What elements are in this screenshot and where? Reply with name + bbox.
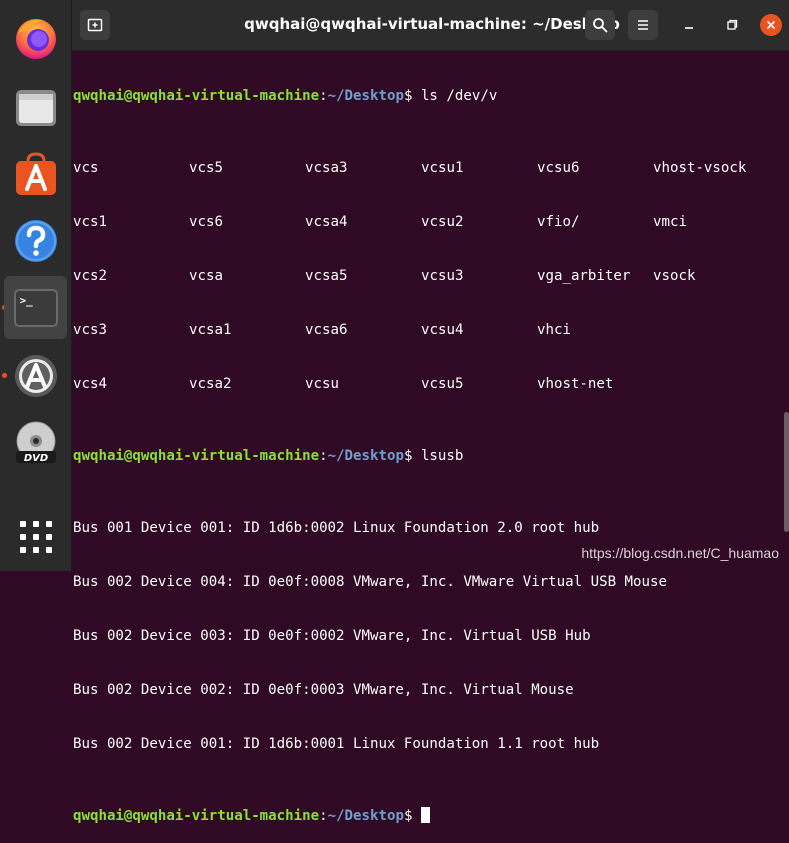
new-tab-button[interactable] bbox=[80, 10, 110, 40]
terminal-scrollbar[interactable] bbox=[784, 412, 789, 532]
ls-entry: vhost-vsock bbox=[653, 160, 747, 176]
ls-entry: vcsu5 bbox=[421, 376, 464, 392]
ls-entry: vcsa2 bbox=[189, 376, 232, 392]
ls-entry: vcsu4 bbox=[421, 322, 464, 338]
ls-entry: vga_arbiter bbox=[537, 268, 631, 284]
prompt-separator: : bbox=[319, 88, 328, 104]
search-icon bbox=[593, 18, 608, 33]
restore-icon bbox=[727, 19, 738, 30]
dvd-launcher[interactable]: DVD bbox=[4, 411, 67, 474]
ls-entry: vcsu3 bbox=[421, 268, 464, 284]
prompt-line: qwqhai@qwqhai-virtual-machine:~/Desktop$ bbox=[72, 807, 777, 825]
firefox-icon bbox=[15, 18, 56, 59]
prompt-user: qwqhai@qwqhai-virtual-machine bbox=[73, 88, 320, 104]
ls-entry: vcsa1 bbox=[189, 322, 232, 338]
ls-entry: vcs2 bbox=[73, 268, 107, 284]
command-text: lsusb bbox=[420, 448, 464, 464]
prompt-symbol: $ bbox=[403, 448, 421, 464]
new-tab-icon bbox=[87, 18, 103, 32]
dvd-icon: DVD bbox=[15, 421, 56, 464]
files-icon bbox=[15, 89, 56, 126]
lsusb-line: Bus 002 Device 003: ID 0e0f:0002 VMware,… bbox=[73, 628, 591, 644]
prompt-path: ~/Desktop bbox=[327, 808, 404, 824]
command-text: ls /dev/v bbox=[420, 88, 498, 104]
minimize-button[interactable] bbox=[678, 14, 700, 36]
software-center-launcher[interactable] bbox=[4, 142, 67, 205]
prompt-symbol: $ bbox=[403, 808, 421, 824]
prompt-separator: : bbox=[319, 808, 328, 824]
menu-button[interactable] bbox=[628, 10, 658, 40]
prompt-line: qwqhai@qwqhai-virtual-machine:~/Desktop$… bbox=[72, 447, 777, 465]
ls-entry: vcsu2 bbox=[421, 214, 464, 230]
help-launcher[interactable] bbox=[4, 209, 67, 272]
ls-entry: vcs bbox=[73, 160, 99, 176]
lsusb-line: Bus 002 Device 004: ID 0e0f:0008 VMware,… bbox=[73, 574, 667, 590]
terminal-icon: >_ bbox=[13, 288, 58, 327]
ls-entry: vcsa6 bbox=[305, 322, 348, 338]
hamburger-menu-icon bbox=[638, 20, 648, 30]
dock: >_ DVD bbox=[0, 0, 72, 571]
ls-row: vcs4 vcsa2 vcsu vcsu5 vhost-net bbox=[72, 375, 777, 393]
ls-entry: vcsa3 bbox=[305, 160, 348, 176]
ls-entry: vcsa5 bbox=[305, 268, 348, 284]
ls-entry: vmci bbox=[653, 214, 687, 230]
ls-entry: vsock bbox=[653, 268, 696, 284]
ls-row: vcs vcs5 vcsa3 vcsu1 vcsu6 vhost-vsock bbox=[72, 159, 777, 177]
software-center-icon bbox=[15, 151, 56, 195]
firefox-launcher[interactable] bbox=[4, 6, 67, 69]
ls-entry: vcsa4 bbox=[305, 214, 348, 230]
lsusb-line: Bus 002 Device 002: ID 0e0f:0003 VMware,… bbox=[73, 682, 574, 698]
prompt-symbol: $ bbox=[403, 88, 421, 104]
files-launcher[interactable] bbox=[4, 75, 67, 138]
watermark-text: https://blog.csdn.net/C_huamao bbox=[581, 545, 779, 561]
ls-entry: vcs6 bbox=[189, 214, 223, 230]
prompt-user: qwqhai@qwqhai-virtual-machine bbox=[73, 448, 320, 464]
close-button[interactable] bbox=[760, 14, 782, 36]
ls-entry: vcs3 bbox=[73, 322, 107, 338]
lsusb-line: Bus 001 Device 001: ID 1d6b:0002 Linux F… bbox=[73, 520, 600, 536]
ls-entry: vcsu6 bbox=[537, 160, 580, 176]
window-title: qwqhai@qwqhai-virtual-machine: ~/Desktop bbox=[244, 15, 620, 33]
show-applications-icon bbox=[19, 520, 52, 553]
close-icon bbox=[766, 20, 776, 30]
terminal-prompt-glyph: >_ bbox=[19, 293, 33, 307]
maximize-button[interactable] bbox=[721, 14, 743, 36]
prompt-path: ~/Desktop bbox=[327, 448, 404, 464]
ls-entry: vcsu bbox=[305, 376, 339, 392]
terminal-launcher[interactable]: >_ bbox=[4, 276, 67, 339]
ls-entry: vfio/ bbox=[537, 214, 580, 230]
prompt-separator: : bbox=[319, 448, 328, 464]
ls-row: vcs1 vcs6 vcsa4 vcsu2 vfio/vmci bbox=[72, 213, 777, 231]
prompt-path: ~/Desktop bbox=[327, 88, 404, 104]
ls-entry: vcsa bbox=[189, 268, 223, 284]
ls-entry: vcs4 bbox=[73, 376, 107, 392]
text-cursor bbox=[420, 807, 430, 823]
window-titlebar[interactable]: qwqhai@qwqhai-virtual-machine: ~/Desktop bbox=[72, 0, 789, 51]
ls-entry: vcs1 bbox=[73, 214, 107, 230]
show-applications-button[interactable] bbox=[4, 505, 67, 568]
search-button[interactable] bbox=[585, 10, 615, 40]
software-updater-launcher[interactable] bbox=[4, 344, 67, 407]
ls-row: vcs2 vcsa vcsa5 vcsu3 vga_arbiter vsock bbox=[72, 267, 777, 285]
ls-entry: vhci bbox=[537, 322, 571, 338]
ls-entry: vhost-net bbox=[537, 376, 614, 392]
minimize-icon bbox=[685, 27, 693, 29]
ls-entry: vcsu1 bbox=[421, 160, 464, 176]
prompt-line: qwqhai@qwqhai-virtual-machine:~/Desktop$… bbox=[72, 87, 777, 105]
help-icon bbox=[14, 219, 57, 262]
ls-entry: vcs5 bbox=[189, 160, 223, 176]
prompt-user: qwqhai@qwqhai-virtual-machine bbox=[73, 808, 320, 824]
ls-row: vcs3 vcsa1 vcsa6 vcsu4 vhci bbox=[72, 321, 777, 339]
terminal-output[interactable]: qwqhai@qwqhai-virtual-machine:~/Desktop$… bbox=[72, 51, 777, 824]
software-updater-icon bbox=[14, 354, 57, 397]
svg-text:DVD: DVD bbox=[23, 453, 47, 464]
lsusb-line: Bus 002 Device 001: ID 1d6b:0001 Linux F… bbox=[73, 736, 600, 752]
